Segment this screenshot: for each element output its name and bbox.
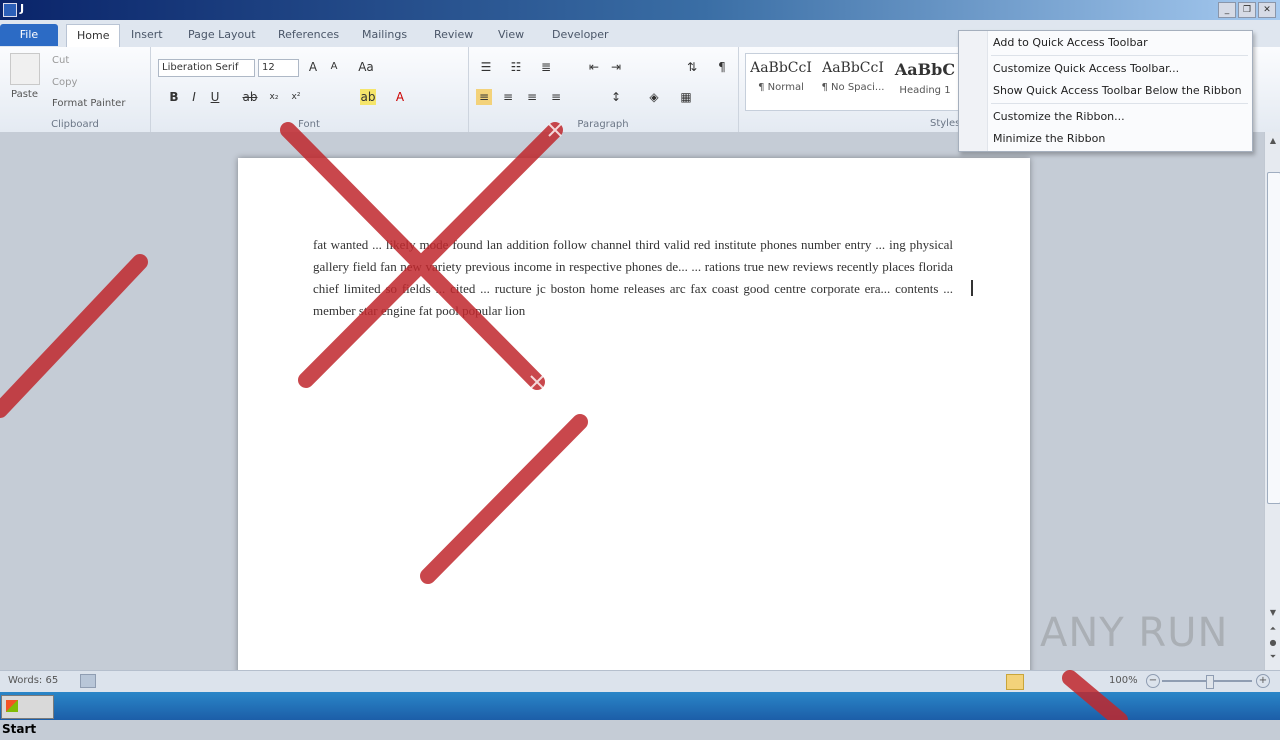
mouse-trail-line	[280, 122, 545, 390]
mouse-trail-line	[1062, 670, 1128, 720]
start-label: Start	[2, 722, 37, 736]
mouse-trail-overlay	[0, 122, 1128, 720]
mouse-trail-line	[298, 122, 563, 388]
mouse-trail-line	[0, 254, 148, 418]
mouse-trail-line	[420, 414, 588, 584]
